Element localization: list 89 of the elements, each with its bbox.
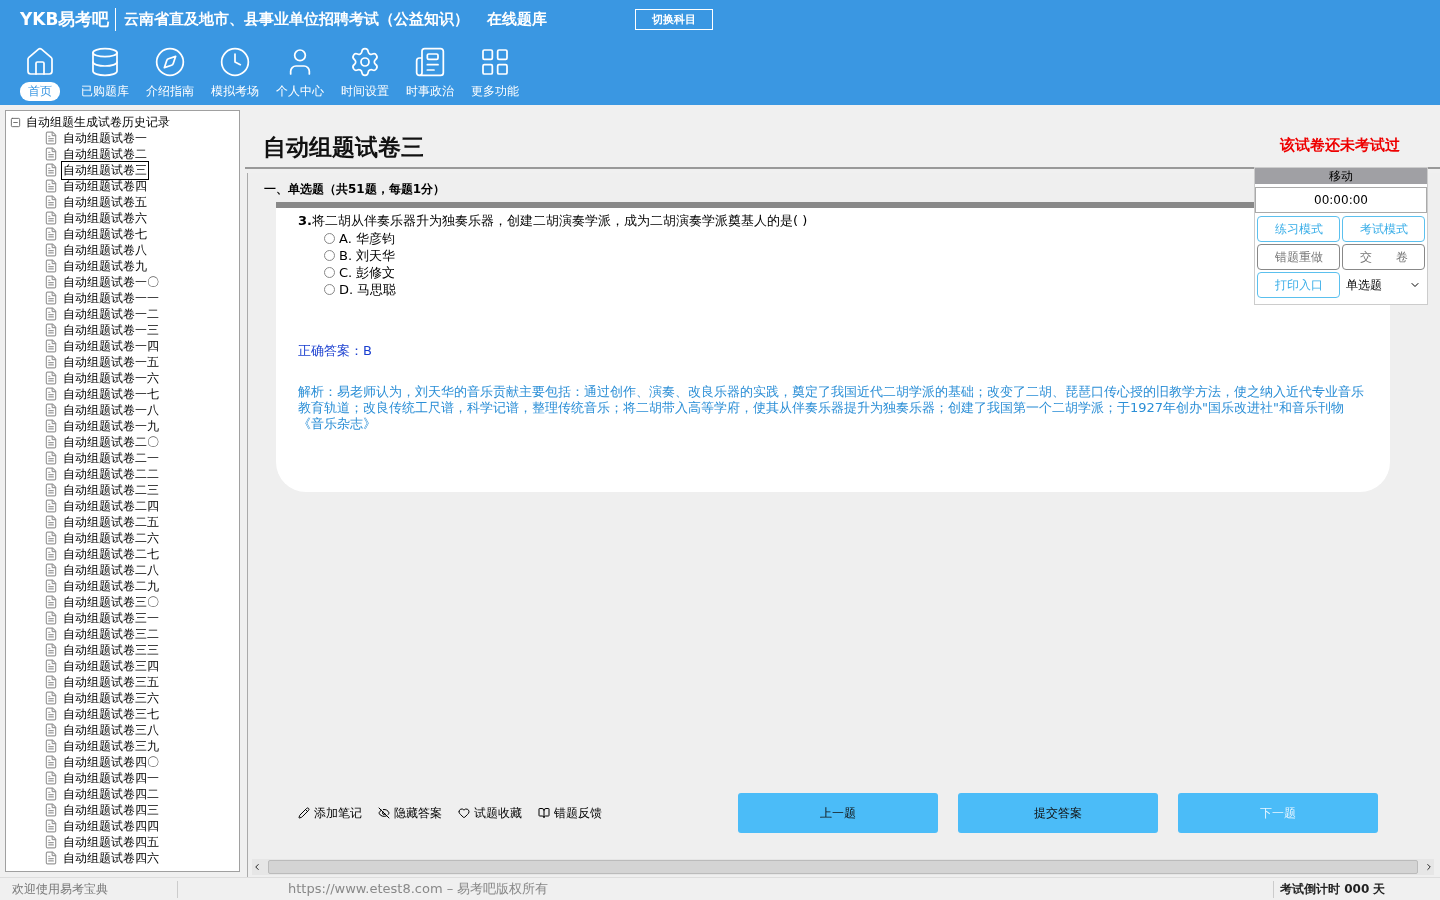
- document-icon: [44, 307, 58, 321]
- countdown-text: 考试倒计时 000 天: [1273, 880, 1440, 898]
- clock-icon[interactable]: [218, 46, 251, 78]
- document-icon: [44, 355, 58, 369]
- app-subtitle: 在线题库: [487, 9, 548, 29]
- document-icon: [44, 531, 58, 545]
- document-icon: [44, 851, 58, 865]
- eye-off-icon[interactable]: [378, 807, 390, 819]
- document-icon: [44, 691, 58, 705]
- document-icon: [44, 243, 58, 257]
- document-icon: [44, 259, 58, 273]
- paper-status: 该试卷还未考试过: [1280, 136, 1400, 155]
- tree-item[interactable]: 自动组题试卷三: [61, 160, 149, 180]
- radio-button[interactable]: [324, 284, 335, 295]
- document-icon: [44, 387, 58, 401]
- tool-link[interactable]: 错题反馈: [554, 804, 602, 822]
- document-icon: [44, 451, 58, 465]
- option-label: B. 刘天华: [339, 247, 396, 264]
- heart-icon[interactable]: [458, 807, 470, 819]
- document-icon: [44, 819, 58, 833]
- compass-icon[interactable]: [153, 46, 186, 78]
- book-icon[interactable]: [538, 807, 550, 819]
- document-icon: [44, 707, 58, 721]
- timer-display: 00:00:00: [1255, 187, 1427, 213]
- document-icon: [44, 499, 58, 513]
- document-icon: [44, 643, 58, 657]
- document-icon: [44, 163, 58, 177]
- document-icon: [44, 275, 58, 289]
- document-icon: [44, 435, 58, 449]
- document-icon: [44, 723, 58, 737]
- document-icon: [44, 147, 58, 161]
- document-icon: [44, 547, 58, 561]
- document-icon: [44, 787, 58, 801]
- document-icon: [44, 627, 58, 641]
- document-icon: [44, 371, 58, 385]
- analysis-text: 解析：易老师认为，刘天华的音乐贡献主要包括：通过创作、演奏、改良乐器的实践，奠定了我国近代二胡学派的基础；改变了二胡、琵琶口传心授的旧教学方法，使之纳入近代专业音乐教育轨道；改良传统工尺谱，科学记谱，整理传统音乐；将二胡带入高等学府，使其从伴奏乐器提升为独奏乐器；创建了我国第一个二胡学派；于1927年创办"国乐改进社"和音乐刊物《音乐杂志》: [298, 384, 1365, 432]
- option-label: D. 马思聪: [339, 281, 397, 298]
- document-icon: [44, 515, 58, 529]
- radio-button[interactable]: [324, 233, 335, 244]
- welcome-text: 欢迎使用易考宝典: [0, 880, 178, 898]
- tool-link[interactable]: 试题收藏: [474, 804, 522, 822]
- scroll-right-icon[interactable]: [1424, 862, 1434, 872]
- document-icon: [44, 563, 58, 577]
- correct-answer: 正确答案：B: [298, 342, 373, 360]
- document-icon: [44, 339, 58, 353]
- document-icon: [44, 675, 58, 689]
- document-icon: [44, 659, 58, 673]
- question-text: 3.将二胡从伴奏乐器升为独奏乐器，创建二胡演奏学派，成为二胡演奏学派奠基人的是( ): [298, 212, 808, 230]
- document-icon: [44, 611, 58, 625]
- radio-button[interactable]: [324, 250, 335, 261]
- document-icon: [44, 179, 58, 193]
- tool-link[interactable]: 添加笔记: [314, 804, 362, 822]
- document-icon: [44, 131, 58, 145]
- app-title: 云南省直及地市、县事业单位招聘考试（公益知识）: [124, 9, 470, 29]
- option-label: C. 彭修文: [339, 264, 396, 281]
- document-icon: [44, 403, 58, 417]
- nav-button[interactable]: 提交答案: [958, 793, 1158, 833]
- document-icon: [44, 419, 58, 433]
- section-heading: 一、单选题（共51题，每题1分）: [264, 181, 446, 198]
- mode-button[interactable]: 错题重做: [1257, 244, 1340, 270]
- document-icon: [44, 835, 58, 849]
- collapse-icon[interactable]: [10, 116, 21, 128]
- document-icon[interactable]: [413, 46, 446, 78]
- document-icon: [44, 211, 58, 225]
- option-label: A. 华彦钧: [339, 230, 395, 247]
- horizontal-scrollbar[interactable]: [252, 859, 1434, 875]
- document-icon: [44, 739, 58, 753]
- document-icon: [44, 579, 58, 593]
- scroll-left-icon[interactable]: [252, 862, 262, 872]
- type-select[interactable]: 单选题: [1342, 272, 1425, 298]
- mode-button[interactable]: 交 卷: [1342, 244, 1425, 270]
- document-icon: [44, 755, 58, 769]
- paper-title: 自动组题试卷三: [263, 133, 424, 162]
- nav-button[interactable]: 上一题: [738, 793, 938, 833]
- radio-button[interactable]: [324, 267, 335, 278]
- logo-text: YKB易考吧: [20, 7, 117, 31]
- document-icon: [44, 483, 58, 497]
- document-icon: [44, 227, 58, 241]
- document-icon: [44, 595, 58, 609]
- document-icon: [44, 771, 58, 785]
- panel-title[interactable]: 移动: [1255, 168, 1427, 184]
- pencil-icon[interactable]: [298, 807, 310, 819]
- document-icon: [44, 195, 58, 209]
- copyright-text: https://www.etest8.com – 易考吧版权所有: [287, 880, 550, 898]
- document-icon: [44, 803, 58, 817]
- tool-link[interactable]: 隐藏答案: [394, 804, 442, 822]
- document-icon: [44, 291, 58, 305]
- document-icon: [44, 323, 58, 337]
- document-icon: [44, 467, 58, 481]
